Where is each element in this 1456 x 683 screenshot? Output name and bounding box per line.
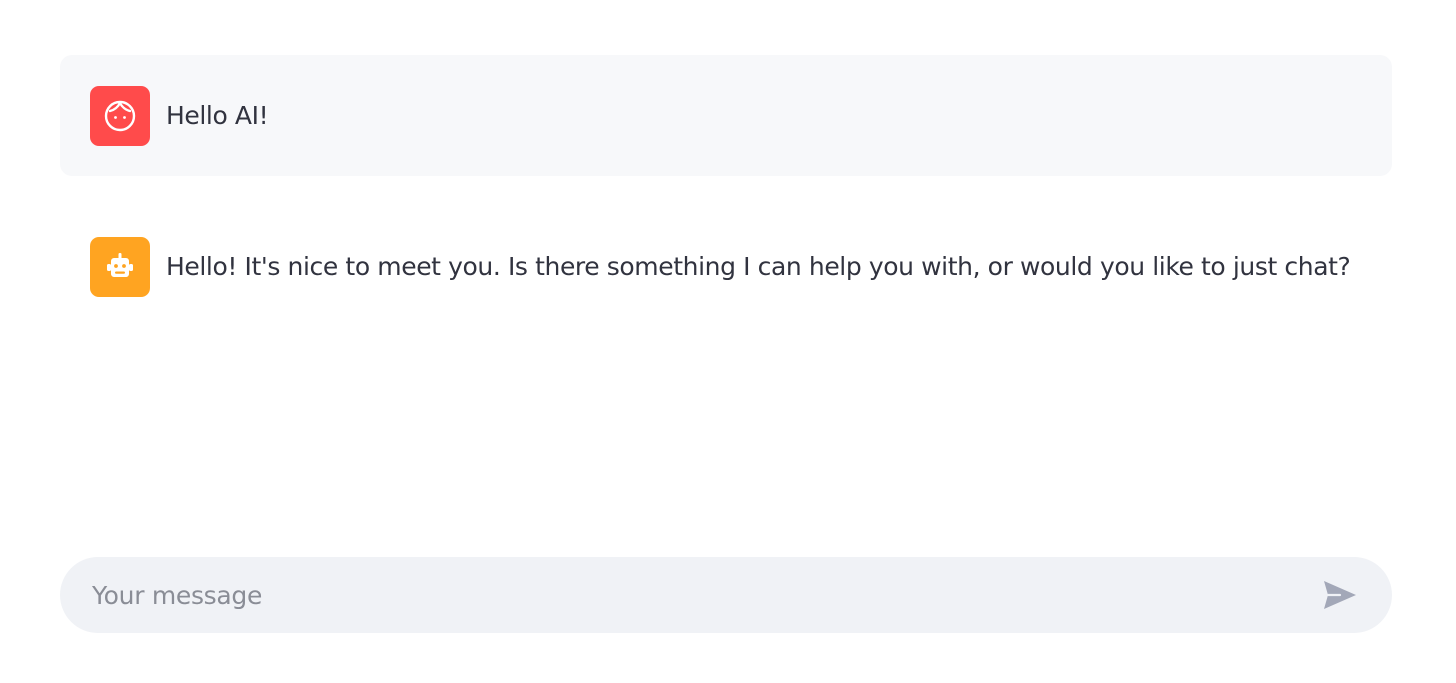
chat-message-list: Hello AI! Hello! It's nice to meet you. … xyxy=(60,55,1392,327)
chat-message-text: Hello! It's nice to meet you. Is there s… xyxy=(166,251,1351,281)
assistant-avatar xyxy=(90,236,150,297)
user-avatar xyxy=(90,85,150,146)
user-face-icon xyxy=(102,98,138,134)
send-button[interactable] xyxy=(1318,573,1362,617)
chat-message-user: Hello AI! xyxy=(60,55,1392,176)
chat-message-assistant: Hello! It's nice to meet you. Is there s… xyxy=(60,206,1392,327)
chat-message-input[interactable] xyxy=(92,575,1318,615)
send-icon xyxy=(1322,579,1358,611)
robot-icon xyxy=(102,249,138,285)
chat-input-bar xyxy=(60,557,1392,633)
chat-message-text: Hello AI! xyxy=(166,100,269,130)
